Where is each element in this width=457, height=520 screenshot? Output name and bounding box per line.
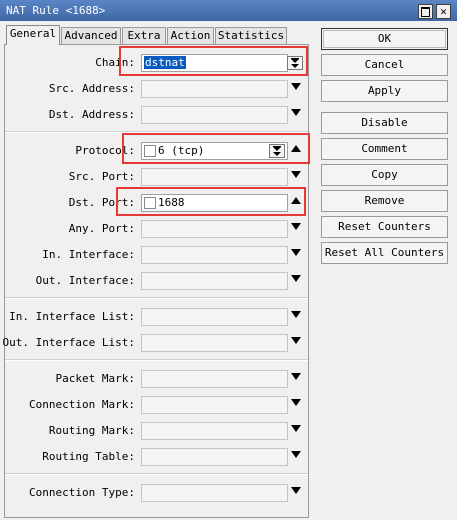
tab-extra[interactable]: Extra [122,27,166,44]
connection-mark-expand-icon[interactable] [291,399,301,406]
connection-type-expand-icon[interactable] [291,487,301,494]
out-interface-list-row: Out. Interface List: [2,334,308,352]
dst-port-row: Dst. Port: 1688 [5,194,308,212]
divider [5,359,308,361]
protocol-field[interactable]: 6 (tcp) [141,142,288,160]
dst-port-label: Dst. Port: [68,196,135,209]
routing-mark-label: Routing Mark: [48,424,135,437]
routing-table-label: Routing Table: [42,450,135,463]
in-interface-list-field[interactable] [141,308,288,326]
routing-mark-field[interactable] [141,422,288,440]
title-bar: NAT Rule <1688> ✕ [0,0,457,21]
chain-row: Chain: dstnat [5,54,308,72]
reset-counters-button[interactable]: Reset Counters [321,216,448,238]
in-interface-row: In. Interface: [5,246,308,264]
protocol-negate-checkbox[interactable] [144,145,156,157]
in-interface-list-expand-icon[interactable] [291,311,301,318]
connection-mark-field[interactable] [141,396,288,414]
remove-button[interactable]: Remove [321,190,448,212]
routing-table-expand-icon[interactable] [291,451,301,458]
src-address-field[interactable] [141,80,288,98]
dst-address-label: Dst. Address: [48,108,135,121]
any-port-field[interactable] [141,220,288,238]
apply-button[interactable]: Apply [321,80,448,102]
close-button[interactable]: ✕ [436,4,451,19]
in-interface-expand-icon[interactable] [291,249,301,256]
dst-address-field[interactable] [141,106,288,124]
tab-advanced[interactable]: Advanced [61,27,121,44]
chain-value: dstnat [144,56,186,69]
src-port-row: Src. Port: [5,168,308,186]
out-interface-list-label: Out. Interface List: [2,336,135,349]
protocol-value: 6 (tcp) [158,144,205,157]
packet-mark-expand-icon[interactable] [291,373,301,380]
src-port-label: Src. Port: [68,170,135,183]
maximize-icon [421,7,430,17]
connection-type-label: Connection Type: [29,486,135,499]
protocol-label: Protocol: [75,144,135,157]
routing-mark-expand-icon[interactable] [291,425,301,432]
tab-statistics[interactable]: Statistics [215,27,287,44]
dst-port-field[interactable]: 1688 [141,194,288,212]
maximize-button[interactable] [418,4,433,19]
dst-port-value: 1688 [158,196,185,209]
protocol-collapse-icon[interactable] [291,145,301,152]
src-port-expand-icon[interactable] [291,171,301,178]
in-interface-label: In. Interface: [42,248,135,261]
connection-type-row: Connection Type: [5,484,308,502]
general-panel: Chain: dstnat Src. Address: Dst. Address… [2,44,309,518]
tab-action[interactable]: Action [167,27,214,44]
packet-mark-field[interactable] [141,370,288,388]
reset-all-counters-button[interactable]: Reset All Counters [321,242,448,264]
any-port-row: Any. Port: [5,220,308,238]
any-port-label: Any. Port: [68,222,135,235]
window-title: NAT Rule <1688> [6,4,106,17]
src-address-row: Src. Address: [5,80,308,98]
copy-button[interactable]: Copy [321,164,448,186]
src-address-expand-icon[interactable] [291,83,301,90]
protocol-row: Protocol: 6 (tcp) [5,142,308,160]
in-interface-field[interactable] [141,246,288,264]
ok-button[interactable]: OK [321,28,448,50]
dst-port-collapse-icon[interactable] [291,197,301,204]
out-interface-label: Out. Interface: [35,274,135,287]
out-interface-field[interactable] [141,272,288,290]
out-interface-list-field[interactable] [141,334,288,352]
routing-mark-row: Routing Mark: [5,422,308,440]
divider [5,473,308,475]
chain-field[interactable]: dstnat [141,54,303,72]
src-port-field[interactable] [141,168,288,186]
connection-type-field[interactable] [141,484,288,502]
close-icon: ✕ [440,5,447,18]
comment-button[interactable]: Comment [321,138,448,160]
packet-mark-label: Packet Mark: [55,372,135,385]
chain-dropdown-button[interactable] [287,56,303,70]
protocol-dropdown-button[interactable] [269,144,285,158]
src-address-label: Src. Address: [48,82,135,95]
tab-general[interactable]: General [6,25,60,45]
divider [5,131,308,133]
routing-table-row: Routing Table: [5,448,308,466]
chain-label: Chain: [95,56,135,69]
cancel-button[interactable]: Cancel [321,54,448,76]
in-interface-list-label: In. Interface List: [9,310,135,323]
routing-table-field[interactable] [141,448,288,466]
disable-button[interactable]: Disable [321,112,448,134]
out-interface-expand-icon[interactable] [291,275,301,282]
divider [5,297,308,299]
packet-mark-row: Packet Mark: [5,370,308,388]
any-port-expand-icon[interactable] [291,223,301,230]
connection-mark-row: Connection Mark: [5,396,308,414]
out-interface-list-expand-icon[interactable] [291,337,301,344]
dst-address-expand-icon[interactable] [291,109,301,116]
in-interface-list-row: In. Interface List: [5,308,308,326]
dst-port-negate-checkbox[interactable] [144,197,156,209]
connection-mark-label: Connection Mark: [29,398,135,411]
dst-address-row: Dst. Address: [5,106,308,124]
out-interface-row: Out. Interface: [5,272,308,290]
